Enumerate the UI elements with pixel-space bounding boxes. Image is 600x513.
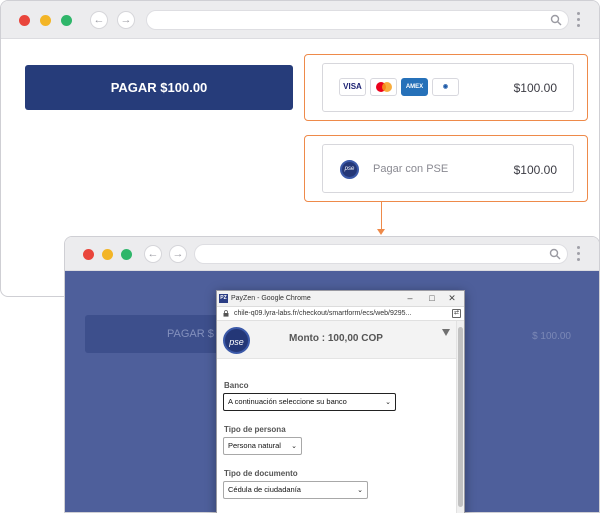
- translate-icon[interactable]: ⇄: [452, 309, 461, 318]
- bank-select-value: A continuación seleccione su banco: [228, 397, 347, 406]
- bank-select[interactable]: A continuación seleccione su banco ⌄: [223, 393, 396, 411]
- lock-icon: [223, 310, 229, 317]
- minimize-window-dot[interactable]: [40, 15, 51, 26]
- search-icon: [550, 14, 562, 26]
- popup-scrollbar[interactable]: [456, 321, 464, 513]
- pse-label: Pagar con PSE: [373, 163, 449, 175]
- pay-button[interactable]: PAGAR $100.00: [25, 65, 293, 110]
- browser-toolbar: ← →: [1, 1, 599, 39]
- back-arrow-icon[interactable]: ←: [144, 245, 162, 263]
- flow-arrow-icon: [377, 229, 385, 235]
- dimmed-pay-button: PAGAR $: [85, 315, 225, 353]
- minimize-window-dot[interactable]: [102, 249, 113, 260]
- collapse-triangle-icon[interactable]: [442, 329, 450, 336]
- document-type-value: Cédula de ciudadanía: [228, 485, 301, 494]
- bank-label: Banco: [224, 381, 249, 390]
- popup-window-title: PayZen - Google Chrome: [231, 295, 311, 302]
- maximize-window-dot[interactable]: [121, 249, 132, 260]
- forward-arrow-icon[interactable]: →: [169, 245, 187, 263]
- popup-content: pse Monto : 100,00 COP Banco A continuac…: [217, 321, 456, 513]
- maximize-window-dot[interactable]: [61, 15, 72, 26]
- mastercard-logo-icon: [370, 78, 397, 96]
- scrollbar-thumb[interactable]: [458, 327, 463, 507]
- close-icon[interactable]: ✕: [442, 291, 462, 306]
- more-menu-icon[interactable]: [577, 12, 581, 29]
- amount-label: Monto : 100,00 COP: [289, 333, 383, 344]
- document-type-select[interactable]: Cédula de ciudadanía ⌄: [223, 481, 368, 499]
- chevron-down-icon: ⌄: [357, 487, 363, 494]
- card-amount: $100.00: [513, 81, 557, 95]
- popup-address-bar[interactable]: chile-q09.lyra-labs.fr/checkout/smartfor…: [217, 307, 464, 321]
- popup-url-text: chile-q09.lyra-labs.fr/checkout/smartfor…: [234, 310, 412, 317]
- chevron-down-icon: ⌄: [385, 399, 391, 406]
- stage: ← → PAGAR $100.00 VISA AMEX ◉ $100.00 ps…: [0, 0, 600, 513]
- address-bar[interactable]: [146, 10, 569, 30]
- person-type-select[interactable]: Persona natural ⌄: [223, 437, 302, 455]
- person-type-label: Tipo de persona: [224, 425, 286, 434]
- visa-logo-icon: VISA: [339, 78, 366, 96]
- pse-header: pse Monto : 100,00 COP: [217, 321, 456, 359]
- amex-logo-icon: AMEX: [401, 78, 428, 96]
- pse-payment-option[interactable]: pse Pagar con PSE $100.00: [322, 144, 574, 193]
- search-icon: [549, 248, 561, 260]
- address-bar[interactable]: [194, 244, 568, 264]
- pse-logo-icon: pse: [340, 160, 359, 179]
- chevron-down-icon: ⌄: [291, 443, 297, 450]
- close-window-dot[interactable]: [83, 249, 94, 260]
- diners-logo-icon: ◉: [432, 78, 459, 96]
- payzen-favicon-icon: PZ: [219, 294, 228, 303]
- document-type-label: Tipo de documento: [224, 469, 298, 478]
- flow-connector-line: [381, 202, 382, 232]
- back-arrow-icon[interactable]: ←: [90, 11, 108, 29]
- person-type-value: Persona natural: [228, 441, 281, 450]
- card-payment-option[interactable]: VISA AMEX ◉ $100.00: [322, 63, 574, 112]
- dimmed-amount: $ 100.00: [532, 331, 571, 342]
- browser-toolbar-overlay: ← →: [65, 237, 599, 271]
- pse-amount: $100.00: [513, 163, 557, 177]
- payzen-popup-window: PZ PayZen - Google Chrome – □ ✕ chile-q0…: [216, 290, 465, 513]
- more-menu-icon[interactable]: [577, 246, 581, 263]
- forward-arrow-icon[interactable]: →: [117, 11, 135, 29]
- minimize-icon[interactable]: –: [400, 291, 420, 306]
- pse-logo-icon: pse: [223, 327, 250, 354]
- popup-titlebar: PZ PayZen - Google Chrome – □ ✕: [217, 291, 464, 307]
- maximize-icon[interactable]: □: [422, 291, 442, 306]
- close-window-dot[interactable]: [19, 15, 30, 26]
